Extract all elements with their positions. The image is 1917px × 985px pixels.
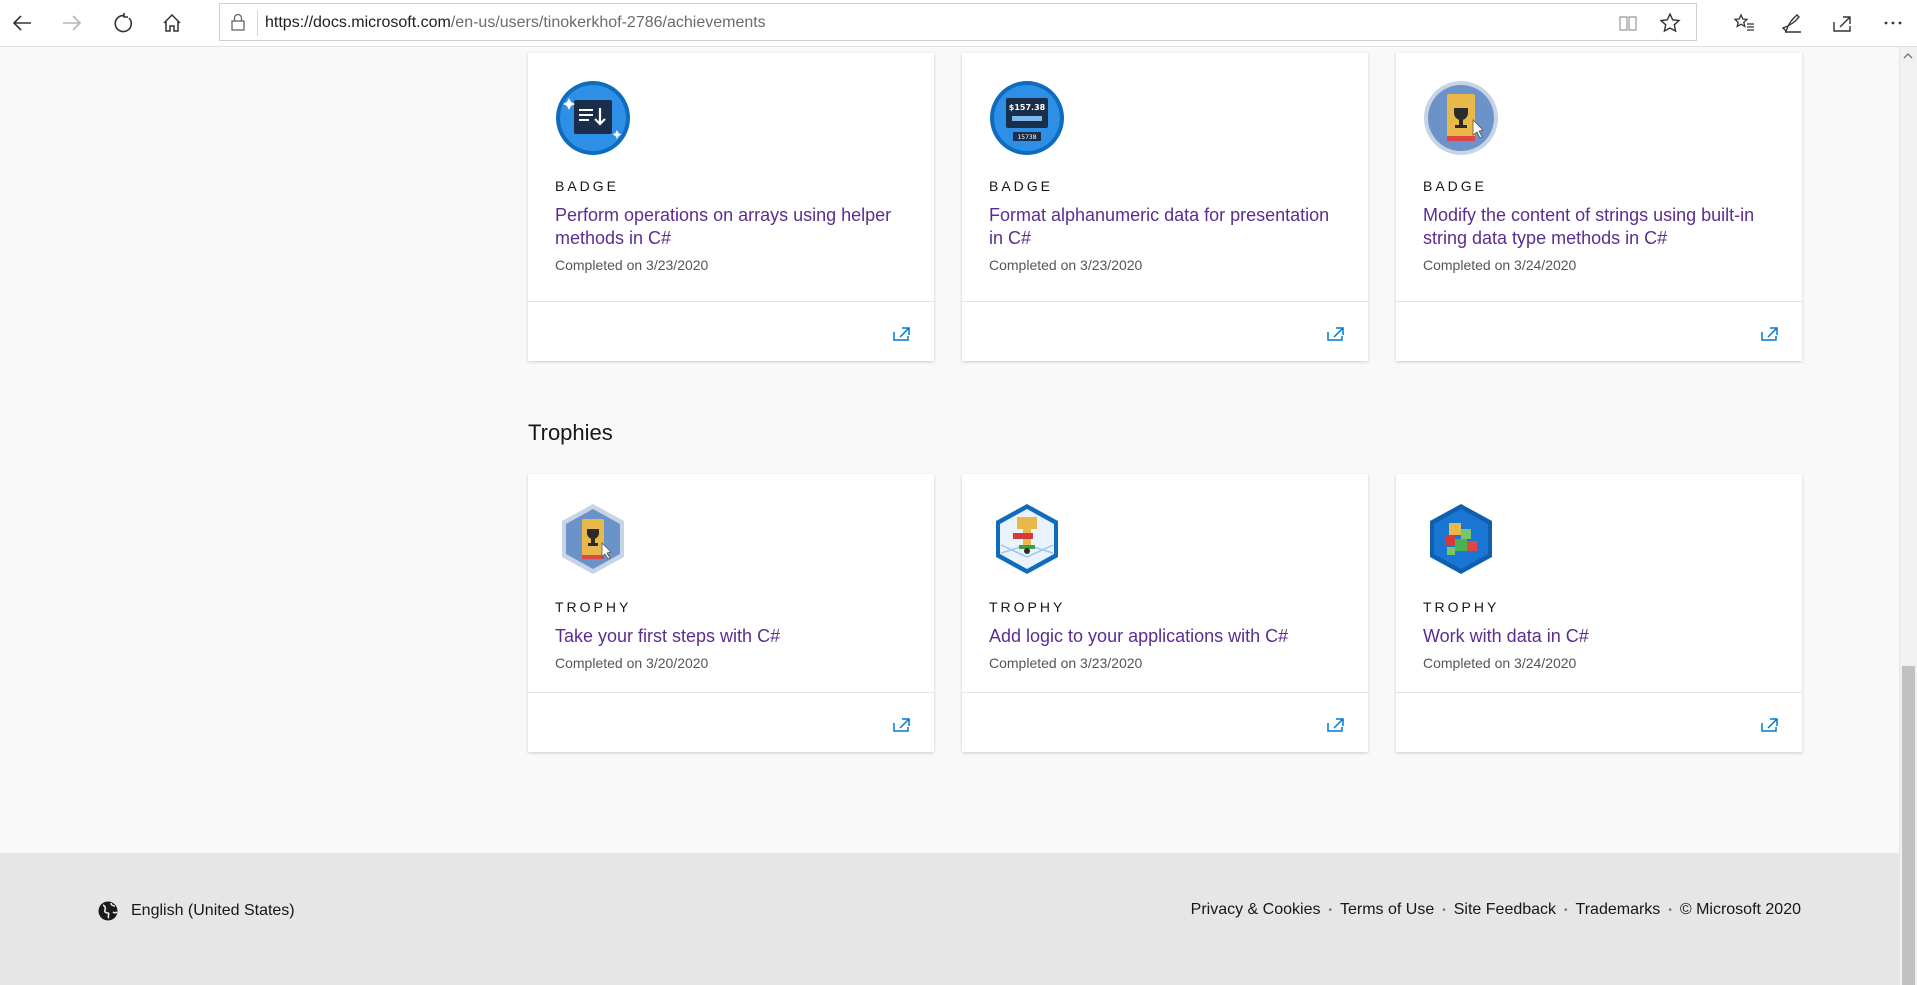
trophy-card: TROPHY Take your first steps with C# Com… [528, 474, 934, 752]
card-footer [528, 692, 934, 752]
badge-icon-amount: $157.38 [1009, 103, 1046, 112]
terms-link[interactable]: Terms of Use [1340, 901, 1434, 919]
privacy-link[interactable]: Privacy & Cookies [1191, 901, 1321, 919]
card-footer [1396, 692, 1802, 752]
reading-view-icon[interactable] [1618, 13, 1638, 33]
card-title-link[interactable]: Work with data in C# [1423, 625, 1775, 648]
forward-icon [63, 15, 82, 31]
back-icon [12, 15, 31, 31]
page-footer: English (United States) Privacy & Cookie… [0, 853, 1899, 985]
share-button[interactable] [1825, 6, 1859, 40]
completion-date: Completed on 3/24/2020 [1423, 655, 1577, 671]
url-text[interactable]: https://docs.microsoft.com/en-us/users/t… [265, 14, 766, 32]
card-kind: TROPHY [1423, 599, 1500, 615]
array-badge-icon [556, 81, 630, 155]
completion-date: Completed on 3/23/2020 [989, 257, 1143, 273]
trademarks-link[interactable]: Trademarks [1576, 901, 1661, 919]
separator-dot: • [1328, 904, 1332, 916]
notes-button[interactable] [1776, 6, 1810, 40]
strings-badge-icon [1424, 81, 1498, 155]
url-path: /en-us/users/tinokerkhof-2786/achievemen… [450, 14, 766, 31]
card-kind: TROPHY [989, 599, 1066, 615]
card-title-link[interactable]: Perform operations on arrays using helpe… [555, 204, 907, 250]
trophy-card: TROPHY Add logic to your applications wi… [962, 474, 1368, 752]
address-bar[interactable]: https://docs.microsoft.com/en-us/users/t… [219, 3, 1697, 41]
share-icon [1833, 16, 1851, 32]
lock-icon [231, 13, 245, 31]
url-host: https://docs.microsoft.com [265, 14, 451, 31]
favorite-star-icon[interactable] [1658, 11, 1682, 35]
completion-date: Completed on 3/20/2020 [555, 655, 709, 671]
separator-dot: • [1442, 904, 1446, 916]
scrollbar-thumb[interactable] [1902, 666, 1915, 985]
copyright-text: © Microsoft 2020 [1679, 901, 1801, 918]
logic-trophy-icon [996, 504, 1058, 574]
pen-icon [1782, 14, 1801, 33]
card-kind: BADGE [555, 178, 620, 194]
badge-card: BADGE Perform operations on arrays using… [528, 53, 934, 361]
share-icon[interactable] [1326, 324, 1346, 342]
feedback-link[interactable]: Site Feedback [1454, 901, 1556, 919]
format-data-badge-icon: $157.38 15738 [990, 81, 1064, 155]
share-icon[interactable] [1760, 324, 1780, 342]
trophies-heading: Trophies [528, 420, 613, 445]
refresh-button[interactable] [106, 6, 140, 40]
forward-button[interactable] [55, 6, 89, 40]
card-footer [962, 692, 1368, 752]
favorites-list-icon [1733, 13, 1754, 31]
more-icon [1884, 21, 1902, 25]
address-separator [257, 10, 258, 36]
browser-toolbar: https://docs.microsoft.com/en-us/users/t… [0, 0, 1917, 47]
footer-links: Privacy & Cookies • Terms of Use • Site … [1191, 901, 1801, 919]
badge-icon-number: 15738 [1017, 134, 1036, 141]
badge-card: $157.38 15738 BADGE Format alphanumeric … [962, 53, 1368, 361]
data-trophy-icon [1430, 504, 1492, 574]
first-steps-trophy-icon [562, 504, 624, 574]
card-footer [1396, 301, 1802, 361]
separator-dot: • [1564, 904, 1568, 916]
share-icon[interactable] [892, 715, 912, 733]
card-title-link[interactable]: Format alphanumeric data for presentatio… [989, 204, 1341, 250]
favorites-button[interactable] [1727, 6, 1761, 40]
home-icon [163, 13, 181, 32]
trophy-card: TROPHY Work with data in C# Completed on… [1396, 474, 1802, 752]
completion-date: Completed on 3/23/2020 [555, 257, 709, 273]
card-title-link[interactable]: Add logic to your applications with C# [989, 625, 1341, 648]
language-label: English (United States) [131, 902, 295, 919]
separator-dot: • [1668, 904, 1672, 916]
scroll-up-button[interactable] [1899, 47, 1917, 65]
share-icon[interactable] [1326, 715, 1346, 733]
card-kind: BADGE [989, 178, 1054, 194]
card-footer [528, 301, 934, 361]
back-button[interactable] [5, 6, 39, 40]
language-selector[interactable]: English (United States) [97, 900, 295, 922]
card-kind: TROPHY [555, 599, 632, 615]
chevron-up-icon [1903, 53, 1913, 59]
completion-date: Completed on 3/23/2020 [989, 655, 1143, 671]
card-kind: BADGE [1423, 178, 1488, 194]
share-icon[interactable] [892, 324, 912, 342]
share-icon[interactable] [1760, 715, 1780, 733]
refresh-icon [114, 13, 133, 33]
card-title-link[interactable]: Take your first steps with C# [555, 625, 907, 648]
globe-icon [98, 901, 118, 921]
completion-date: Completed on 3/24/2020 [1423, 257, 1577, 273]
badge-card: BADGE Modify the content of strings usin… [1396, 53, 1802, 361]
more-button[interactable] [1876, 6, 1910, 40]
card-title-link[interactable]: Modify the content of strings using buil… [1423, 204, 1775, 250]
card-footer [962, 301, 1368, 361]
home-button[interactable] [155, 6, 189, 40]
